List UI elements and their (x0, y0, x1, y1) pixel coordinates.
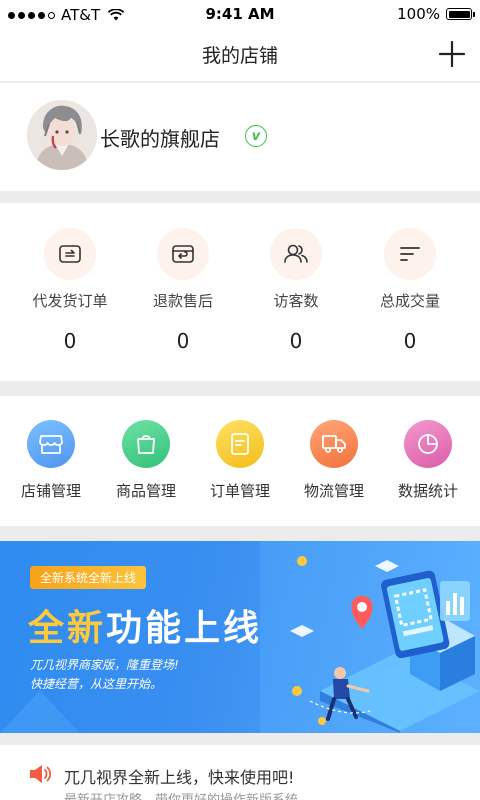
stat-label: 访客数 (273, 292, 319, 310)
stat-pending-shipment[interactable]: 代发货订单 0 (10, 228, 130, 353)
stats-panel: 代发货订单 0 退款售后 0 访客数 0 总成交量 0 (0, 203, 480, 381)
stat-visitors[interactable]: 访客数 0 (236, 228, 356, 353)
func-label: 物流管理 (303, 482, 364, 500)
func-label: 数据统计 (397, 482, 458, 500)
page-title: 我的店铺 (201, 45, 278, 67)
order-doc-icon (216, 420, 264, 468)
stat-label: 总成交量 (379, 292, 440, 310)
shop-profile[interactable]: 长歌的旗舰店 v (0, 83, 480, 191)
battery-percent: 100% (397, 5, 440, 23)
ship-order-icon (44, 228, 96, 280)
func-label: 店铺管理 (20, 482, 81, 500)
visitors-icon (270, 228, 322, 280)
nav-bar: 我的店铺 (0, 28, 480, 82)
announcement-subtitle: 最新开店攻略，带你更好的操作新版系统 (64, 789, 298, 800)
battery-status: 100% (397, 5, 475, 23)
banner-title-highlight: 全新 (28, 608, 107, 649)
stat-value: 0 (176, 329, 190, 353)
stat-value: 0 (403, 329, 417, 353)
plus-icon[interactable] (438, 40, 466, 68)
banner-illustration (309, 570, 480, 733)
verified-badge-icon: v (245, 125, 267, 147)
banner-subtitle-1: 兀几视界商家版，隆重登场! (30, 658, 179, 672)
stat-label: 代发货订单 (32, 292, 108, 310)
battery-icon (446, 8, 475, 20)
speaker-icon (30, 765, 52, 783)
func-label: 订单管理 (209, 482, 270, 500)
banner-title-rest: 功能上线 (106, 608, 263, 649)
banner-subtitle-2: 快捷经营，从这里开始。 (30, 677, 163, 691)
banner-tag: 全新系统全新上线 (30, 566, 147, 589)
stat-value: 0 (63, 329, 77, 353)
func-label: 商品管理 (115, 482, 176, 500)
order-management-button[interactable]: 订单管理 (192, 420, 288, 501)
announcement-title: 兀几视界全新上线，快来使用吧! (64, 768, 295, 787)
promo-banner[interactable]: 全新系统全新上线 全新功能上线 兀几视界商家版，隆重登场! 快捷经营，从这里开始… (0, 541, 480, 733)
bag-icon (122, 420, 170, 468)
stat-total-volume[interactable]: 总成交量 0 (350, 228, 470, 353)
avatar[interactable] (27, 100, 97, 170)
sort-volume-icon (384, 228, 436, 280)
truck-icon (310, 420, 358, 468)
shop-name: 长歌的旗舰店 (100, 127, 220, 151)
stat-refund[interactable]: 退款售后 0 (123, 228, 243, 353)
banner-title: 全新功能上线 (28, 599, 262, 651)
data-statistics-button[interactable]: 数据统计 (380, 420, 476, 501)
function-grid: 店铺管理 商品管理 订单管理 物流管理 数据统计 (0, 396, 480, 526)
shop-icon (27, 420, 75, 468)
refund-icon (157, 228, 209, 280)
product-management-button[interactable]: 商品管理 (98, 420, 194, 501)
shop-management-button[interactable]: 店铺管理 (3, 420, 99, 501)
status-bar: AT&T 9:41 AM 100% (0, 0, 480, 28)
logistics-management-button[interactable]: 物流管理 (286, 420, 382, 501)
announcement-bar[interactable]: 兀几视界全新上线，快来使用吧! 最新开店攻略，带你更好的操作新版系统 (0, 745, 480, 800)
pie-chart-icon (404, 420, 452, 468)
stat-label: 退款售后 (152, 292, 213, 310)
stat-value: 0 (289, 329, 303, 353)
